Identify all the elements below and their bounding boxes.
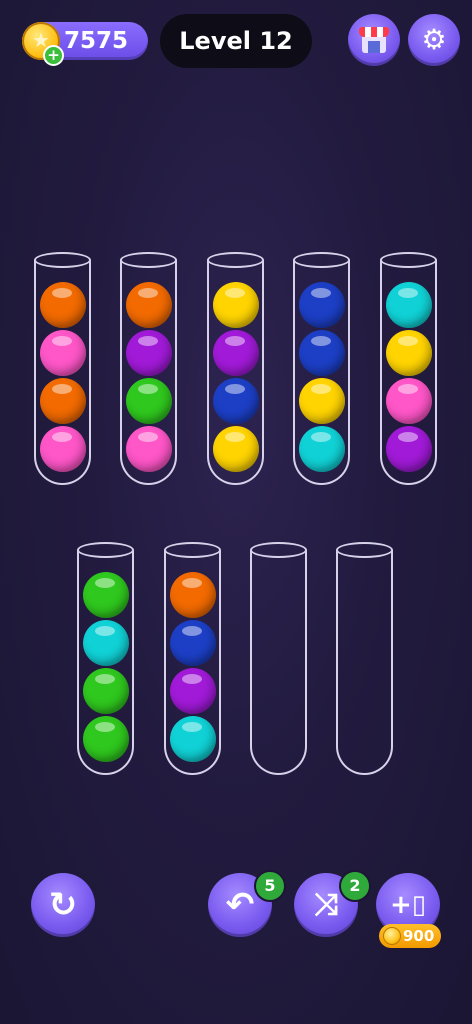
tube-rim <box>77 542 134 558</box>
tube-rim <box>250 542 307 558</box>
undo-count-badge: 5 <box>254 870 286 902</box>
ball-orange <box>170 572 216 618</box>
ball-green <box>83 572 129 618</box>
coin-count: 7575 <box>64 28 129 54</box>
ball-pink <box>40 330 86 376</box>
ball-pink <box>40 426 86 472</box>
gear-icon: ⚙ <box>421 23 447 56</box>
ball-blue <box>213 378 259 424</box>
ball-pink <box>126 426 172 472</box>
tube-1[interactable] <box>34 252 91 485</box>
ball-purple <box>126 330 172 376</box>
ball-orange <box>40 378 86 424</box>
tube-rim <box>293 252 350 268</box>
tube-5[interactable] <box>380 252 437 485</box>
ball-purple <box>386 426 432 472</box>
tube-4[interactable] <box>293 252 350 485</box>
ball-green <box>83 716 129 762</box>
ball-yellow <box>213 282 259 328</box>
tube-rim <box>164 542 221 558</box>
tube-6[interactable] <box>77 542 134 775</box>
tube-rim <box>34 252 91 268</box>
ball-green <box>126 378 172 424</box>
shop-icon <box>359 27 389 53</box>
tube-7[interactable] <box>164 542 221 775</box>
shuffle-count-badge: 2 <box>339 870 371 902</box>
ball-yellow <box>386 330 432 376</box>
ball-blue <box>170 620 216 666</box>
add-tube-price: 900 <box>379 924 441 948</box>
tube-2[interactable] <box>120 252 177 485</box>
restart-button[interactable]: ↻ <box>31 873 95 937</box>
tube-rim <box>336 542 393 558</box>
ball-cyan <box>83 620 129 666</box>
ball-cyan <box>170 716 216 762</box>
ball-pink <box>386 378 432 424</box>
restart-icon: ↻ <box>48 885 78 925</box>
tube-rim <box>207 252 264 268</box>
tube-9[interactable] <box>336 542 393 775</box>
ball-blue <box>299 282 345 328</box>
level-label: Level 12 <box>160 14 312 68</box>
ball-orange <box>126 282 172 328</box>
ball-cyan <box>386 282 432 328</box>
ball-yellow <box>213 426 259 472</box>
ball-purple <box>170 668 216 714</box>
tube-rim <box>120 252 177 268</box>
ball-yellow <box>299 378 345 424</box>
ball-purple <box>213 330 259 376</box>
tube-8[interactable] <box>250 542 307 775</box>
ball-cyan <box>299 426 345 472</box>
price-text: 900 <box>403 927 435 945</box>
ball-orange <box>40 282 86 328</box>
shop-button[interactable] <box>348 14 400 66</box>
tube-3[interactable] <box>207 252 264 485</box>
tube-rim <box>380 252 437 268</box>
ball-green <box>83 668 129 714</box>
price-coin-icon <box>383 927 401 945</box>
ball-blue <box>299 330 345 376</box>
settings-button[interactable]: ⚙ <box>408 14 460 66</box>
add-coins-icon[interactable]: + <box>43 45 64 66</box>
